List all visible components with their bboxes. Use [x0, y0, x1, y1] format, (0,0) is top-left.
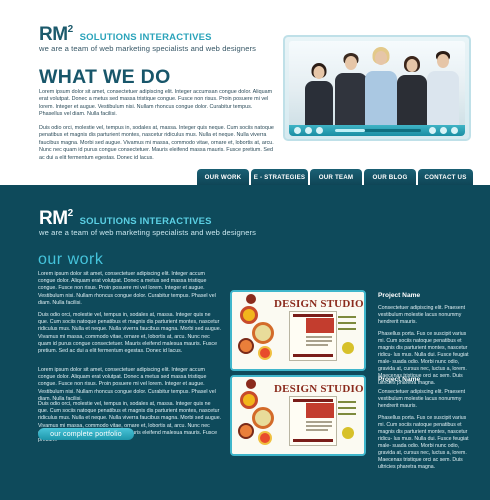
team-member-figure [305, 59, 333, 127]
our-work-paragraph: Lorem ipsum dolor sit amet, consectetuer… [38, 271, 216, 306]
nav-our-work[interactable]: OUR WORK [197, 169, 249, 185]
logo-superscript: 2 [67, 24, 74, 35]
main-nav: OUR WORK E - STRATEGIES OUR TEAM OUR BLO… [197, 169, 473, 185]
team-member-figure [397, 53, 427, 127]
thumbnail-banner: DESIGN STUDIO [274, 383, 364, 395]
our-work-section: RM2 SOLUTIONS INTERACTIVES we are a team… [0, 185, 490, 500]
nav-our-blog[interactable]: OUR BLOG [364, 169, 416, 185]
project-description: Phasellus porta. Fus ce suscipit varius … [378, 415, 469, 470]
settings-icon[interactable] [451, 127, 458, 134]
our-work-paragraph: Lorem ipsum dolor sit amet, consectetuer… [38, 367, 216, 402]
project-title[interactable]: Project Name [378, 376, 420, 383]
project-thumbnail[interactable]: DESIGN STUDIO [230, 375, 366, 456]
complete-portfolio-button[interactable]: our complete portfolio [38, 428, 134, 440]
play-icon[interactable] [305, 127, 312, 134]
volume-icon[interactable] [429, 127, 436, 134]
project-description: Consectetuer adipiscing elit. Praesent v… [378, 389, 466, 409]
video-player[interactable] [283, 35, 471, 141]
nav-e-strategies[interactable]: E - STRATEGIES [251, 169, 308, 185]
video-progress-bar[interactable] [335, 129, 421, 132]
video-progress-fill [335, 129, 366, 132]
logo-tagline: we are a team of web marketing specialis… [39, 228, 257, 237]
design-studio-screenshot: DESIGN STUDIO [232, 377, 364, 454]
header-section: RM2 SOLUTIONS INTERACTIVES we are a team… [0, 0, 490, 185]
design-studio-screenshot: DESIGN STUDIO [232, 292, 364, 369]
logo-tagline: we are a team of web marketing specialis… [39, 44, 257, 53]
fullscreen-icon[interactable] [440, 127, 447, 134]
logo[interactable]: RM2 SOLUTIONS INTERACTIVES we are a team… [39, 24, 256, 53]
team-member-figure [335, 51, 367, 127]
rewind-icon[interactable] [294, 127, 301, 134]
team-photo [289, 41, 465, 127]
website-mockup [289, 311, 337, 361]
logo-company-name: SOLUTIONS INTERACTIVES [79, 32, 212, 43]
nav-contact-us[interactable]: CONTACT US [418, 169, 473, 185]
logo-secondary[interactable]: RM2 SOLUTIONS INTERACTIVES we are a team… [39, 208, 256, 237]
what-we-do-paragraph: Lorem ipsum dolor sit amet, consectetuer… [39, 89, 273, 118]
what-we-do-title: WHAT WE DO [39, 66, 171, 88]
thumbnail-banner: DESIGN STUDIO [274, 298, 364, 310]
website-mockup [289, 396, 337, 446]
project-description: Consectetuer adipiscing elit. Praesent v… [378, 305, 466, 325]
logo-superscript: 2 [67, 208, 74, 219]
logo-rm: RM [39, 24, 68, 45]
project-thumbnail[interactable]: DESIGN STUDIO [230, 290, 366, 371]
logo-company-name: SOLUTIONS INTERACTIVES [79, 216, 212, 227]
what-we-do-paragraph: Duis odio orci, molestie vel, tempus in,… [39, 125, 274, 161]
project-title[interactable]: Project Name [378, 292, 420, 299]
team-member-figure [365, 47, 397, 127]
video-controls [289, 125, 465, 136]
our-work-paragraph: Duis odio orci, molestie vel, tempus in,… [38, 312, 222, 355]
our-work-title: our work [38, 251, 104, 268]
stop-icon[interactable] [316, 127, 323, 134]
logo-rm: RM [39, 208, 68, 229]
nav-our-team[interactable]: OUR TEAM [310, 169, 362, 185]
team-member-figure [427, 49, 459, 127]
